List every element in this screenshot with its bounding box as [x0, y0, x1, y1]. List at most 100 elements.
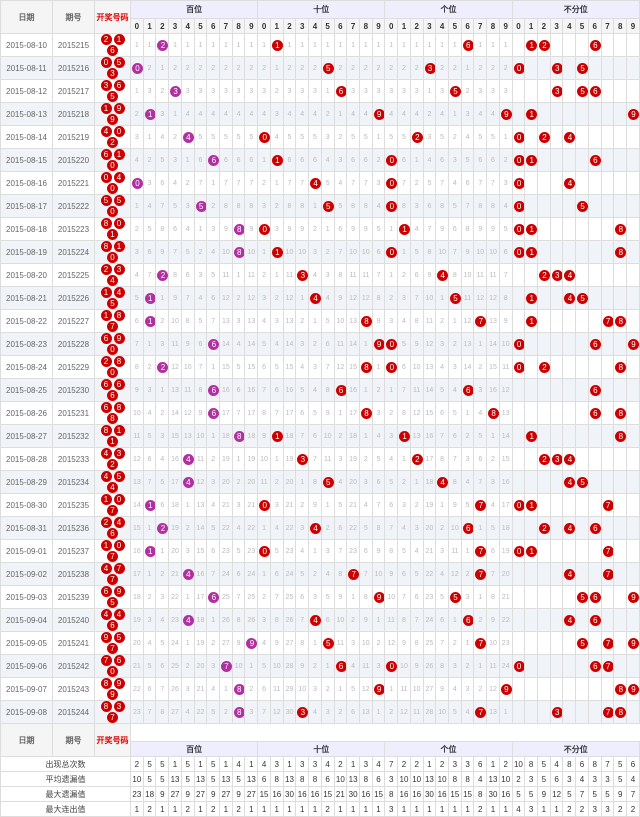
miss-cell: 14 [347, 333, 360, 356]
miss-cell: 2 [385, 701, 398, 724]
miss-cell: 13 [347, 310, 360, 333]
stat-cell: 1 [194, 757, 207, 772]
miss-cell: 3 [156, 425, 169, 448]
digit-header: 2 [156, 19, 169, 34]
miss-cell: 4 [436, 356, 449, 379]
miss-cell: 9 [398, 632, 411, 655]
miss-cell: 29 [283, 678, 296, 701]
miss-cell: 8 [398, 195, 411, 218]
miss-cell: 25 [245, 586, 258, 609]
miss-cell: 11 [359, 655, 372, 678]
miss-cell: 10 [270, 655, 283, 678]
empty-cell [588, 563, 601, 586]
empty-cell [525, 333, 538, 356]
hit-cell: 0 [512, 126, 525, 149]
cell-date: 2015-09-02 [1, 563, 53, 586]
miss-cell: 2 [270, 471, 283, 494]
hit-cell: 2 [538, 356, 551, 379]
miss-cell: 4 [156, 126, 169, 149]
miss-cell: 9 [245, 218, 258, 241]
miss-cell: 3 [461, 448, 474, 471]
miss-cell: 2 [347, 57, 360, 80]
miss-cell: 7 [321, 356, 334, 379]
miss-cell: 2 [156, 563, 169, 586]
empty-cell [588, 57, 601, 80]
hit-cell: 0 [385, 149, 398, 172]
miss-cell: 2 [309, 563, 322, 586]
miss-cell: 20 [423, 517, 436, 540]
miss-cell: 18 [194, 609, 207, 632]
empty-cell [601, 448, 614, 471]
miss-cell: 21 [245, 494, 258, 517]
miss-cell: 3 [436, 333, 449, 356]
empty-cell [550, 517, 563, 540]
miss-cell: 2 [296, 310, 309, 333]
miss-cell: 2 [461, 425, 474, 448]
stat-cell: 13 [487, 772, 500, 787]
stat-cell: 13 [169, 772, 182, 787]
hit-cell: 6 [207, 333, 220, 356]
empty-cell [512, 80, 525, 103]
empty-cell [550, 172, 563, 195]
empty-cell [627, 310, 640, 333]
miss-cell: 1 [270, 172, 283, 195]
miss-cell: 1 [461, 632, 474, 655]
hit-cell: 1 [270, 34, 283, 57]
empty-cell [588, 241, 601, 264]
digit-header: 2 [410, 19, 423, 34]
digit-header: 7 [220, 19, 233, 34]
col-prize-b: 开奖号码 [95, 724, 131, 757]
cell-date: 2015-08-16 [1, 172, 53, 195]
miss-cell: 11 [194, 448, 207, 471]
miss-cell: 15 [245, 356, 258, 379]
hit-cell: 6 [334, 379, 347, 402]
miss-cell: 19 [245, 448, 258, 471]
miss-cell: 2 [131, 218, 144, 241]
miss-cell: 1 [220, 678, 233, 701]
miss-cell: 8 [372, 287, 385, 310]
miss-cell: 8 [169, 264, 182, 287]
empty-cell [588, 540, 601, 563]
miss-cell: 22 [194, 701, 207, 724]
stat-cell: 8 [309, 772, 322, 787]
cell-prize: 280 [95, 356, 131, 379]
miss-cell: 2 [296, 494, 309, 517]
miss-cell: 9 [448, 494, 461, 517]
miss-cell: 13 [423, 356, 436, 379]
miss-cell: 4 [398, 310, 411, 333]
empty-cell [601, 402, 614, 425]
hit-cell: 8 [232, 425, 245, 448]
stat-cell: 4 [512, 802, 525, 817]
miss-cell: 22 [245, 517, 258, 540]
stat-cell: 8 [563, 757, 576, 772]
stat-cell: 16 [296, 787, 309, 802]
miss-cell: 6 [398, 563, 411, 586]
miss-cell: 18 [131, 586, 144, 609]
digit-header: 1 [525, 19, 538, 34]
hit-cell: 5 [321, 632, 334, 655]
cell-prize: 402 [95, 126, 131, 149]
miss-cell: 20 [347, 471, 360, 494]
miss-cell: 2 [321, 103, 334, 126]
hit-cell: 5 [576, 287, 589, 310]
miss-cell: 3 [398, 287, 411, 310]
hit-cell: 0 [512, 172, 525, 195]
stat-cell: 5 [232, 772, 245, 787]
miss-cell: 1 [270, 448, 283, 471]
miss-cell: 12 [499, 379, 512, 402]
miss-cell: 2 [474, 609, 487, 632]
miss-cell: 7 [474, 172, 487, 195]
miss-cell: 10 [448, 517, 461, 540]
miss-cell: 8 [487, 195, 500, 218]
stat-cell: 27 [245, 787, 258, 802]
miss-cell: 1 [385, 34, 398, 57]
cell-issue: 2015222 [53, 195, 95, 218]
empty-cell [576, 425, 589, 448]
empty-cell [525, 195, 538, 218]
hit-cell: 2 [538, 517, 551, 540]
hit-cell: 7 [474, 563, 487, 586]
miss-cell: 4 [131, 264, 144, 287]
stat-cell: 4 [474, 772, 487, 787]
miss-cell: 7 [410, 287, 423, 310]
digit-header: 4 [436, 19, 449, 34]
